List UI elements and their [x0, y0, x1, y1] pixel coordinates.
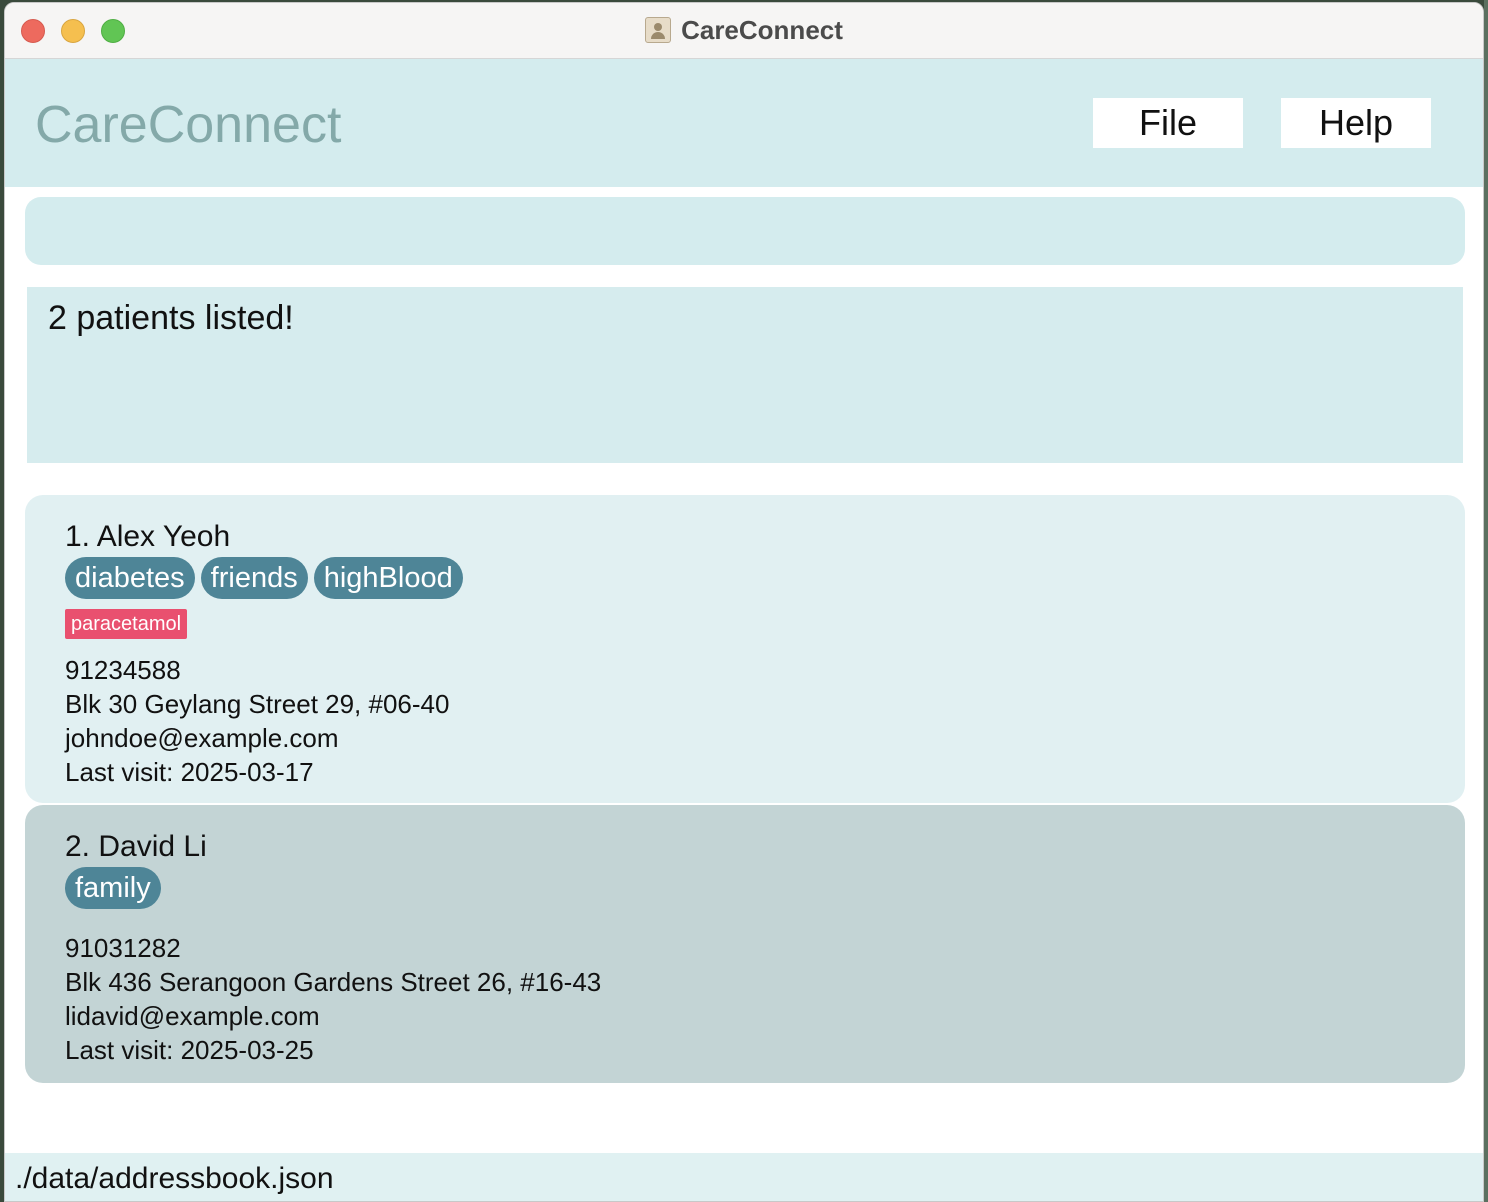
result-message: 2 patients listed! — [48, 299, 294, 337]
patient-address: Blk 436 Serangoon Gardens Street 26, #16… — [65, 967, 602, 997]
desktop-background — [1484, 0, 1488, 1202]
help-menu-button[interactable]: Help — [1281, 98, 1431, 148]
window-title: CareConnect — [5, 15, 1483, 46]
patient-address: Blk 30 Geylang Street 29, #06-40 — [65, 689, 450, 719]
contacts-app-icon — [645, 17, 672, 43]
patient-email: johndoe@example.com — [65, 723, 339, 753]
patient-name: 1. Alex Yeoh — [65, 520, 231, 553]
patient-medications: paracetamol — [65, 609, 1425, 641]
app-header: CareConnect File Help — [5, 59, 1483, 187]
patient-tags: diabetes friends highBlood — [65, 557, 1425, 601]
patient-tag: friends — [200, 557, 308, 599]
file-menu-button[interactable]: File — [1093, 98, 1243, 148]
patient-card[interactable]: 1. Alex Yeoh diabetes friends highBlood pa… — [25, 495, 1465, 803]
patient-email: lidavid@example.com — [65, 1001, 320, 1031]
patient-card-selected[interactable]: 2. David Li family 91031282 Blk 436 Sera… — [25, 805, 1465, 1083]
patient-tag: highBlood — [313, 557, 463, 599]
patient-tag: family — [65, 867, 161, 909]
patient-name: 2. David Li — [65, 830, 207, 863]
app-brand: CareConnect — [35, 96, 342, 154]
patient-phone: 91031282 — [65, 933, 181, 963]
title-bar: CareConnect — [5, 3, 1483, 59]
result-display: 2 patients listed! — [27, 287, 1463, 463]
patient-tags: family — [65, 867, 1425, 911]
medication-badge: paracetamol — [65, 609, 188, 639]
patient-tag: diabetes — [65, 557, 195, 599]
status-bar: ./data/addressbook.json — [5, 1153, 1483, 1201]
data-file-path: ./data/addressbook.json — [15, 1162, 334, 1195]
patient-phone: 91234588 — [65, 655, 181, 685]
app-window: CareConnect CareConnect File Help 2 pati… — [4, 2, 1484, 1202]
patient-last-visit: Last visit: 2025-03-17 — [65, 757, 314, 787]
command-input[interactable] — [25, 197, 1465, 265]
window-title-text: CareConnect — [681, 15, 843, 45]
patient-last-visit: Last visit: 2025-03-25 — [65, 1035, 314, 1065]
